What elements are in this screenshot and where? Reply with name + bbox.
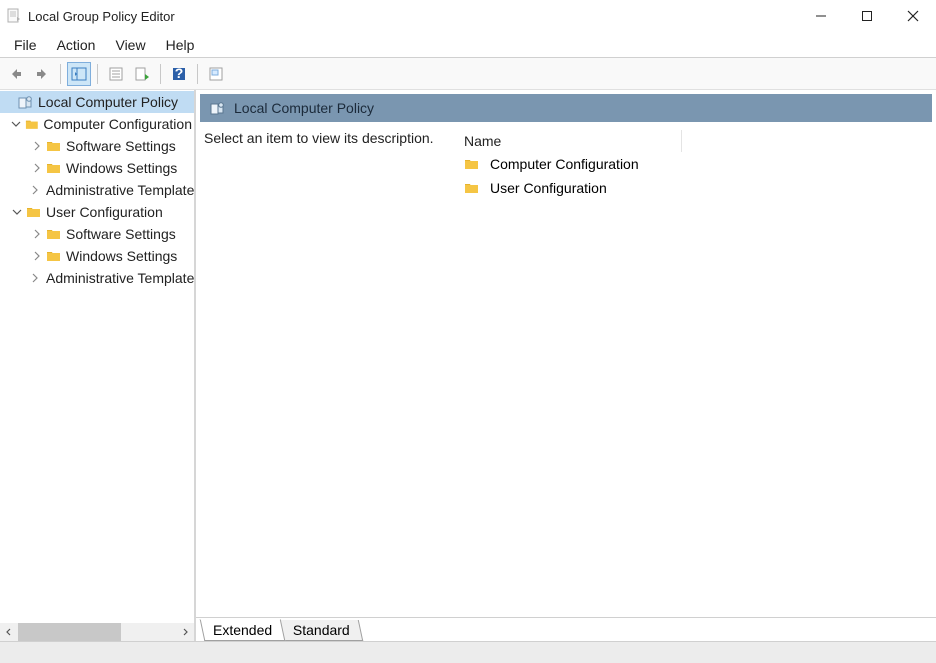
tree-pane: Local Computer Policy Computer Configura… bbox=[0, 90, 196, 641]
chevron-right-icon[interactable] bbox=[30, 161, 44, 175]
list-header: Name bbox=[462, 130, 928, 152]
help-button[interactable]: ? bbox=[167, 62, 191, 86]
forward-button[interactable] bbox=[30, 62, 54, 86]
toolbar: ? bbox=[0, 58, 936, 90]
menu-help[interactable]: Help bbox=[156, 34, 205, 56]
toolbar-separator bbox=[97, 64, 98, 84]
folder-icon bbox=[464, 156, 480, 172]
description-prompt: Select an item to view its description. bbox=[204, 130, 462, 617]
maximize-button[interactable] bbox=[844, 0, 890, 32]
tree-root[interactable]: Local Computer Policy bbox=[0, 91, 194, 113]
scroll-thumb[interactable] bbox=[18, 623, 121, 641]
tree-node-user-config[interactable]: User Configuration bbox=[0, 201, 194, 223]
expander-icon[interactable] bbox=[2, 95, 16, 109]
scroll-right-icon[interactable] bbox=[176, 623, 194, 641]
tree-label: Administrative Templates bbox=[46, 182, 194, 198]
svg-text:?: ? bbox=[175, 66, 184, 81]
tree-content: Local Computer Policy Computer Configura… bbox=[0, 90, 194, 623]
folder-icon bbox=[464, 180, 480, 196]
scroll-left-icon[interactable] bbox=[0, 623, 18, 641]
filter-button[interactable] bbox=[204, 62, 228, 86]
folder-icon bbox=[46, 226, 62, 242]
main-split: Local Computer Policy Computer Configura… bbox=[0, 90, 936, 641]
chevron-down-icon[interactable] bbox=[10, 205, 24, 219]
chevron-down-icon[interactable] bbox=[10, 117, 23, 131]
tree-node-uc-software[interactable]: Software Settings bbox=[0, 223, 194, 245]
chevron-right-icon[interactable] bbox=[30, 227, 44, 241]
column-name[interactable]: Name bbox=[462, 130, 682, 152]
toolbar-separator bbox=[197, 64, 198, 84]
tree-node-cc-software[interactable]: Software Settings bbox=[0, 135, 194, 157]
list-item-label: Computer Configuration bbox=[490, 156, 639, 172]
tree-node-uc-windows[interactable]: Windows Settings bbox=[0, 245, 194, 267]
tree-label: Computer Configuration bbox=[43, 116, 192, 132]
folder-icon bbox=[25, 116, 40, 132]
app-icon bbox=[6, 8, 22, 24]
content-pane: Local Computer Policy Select an item to … bbox=[196, 90, 936, 641]
policy-icon bbox=[210, 100, 226, 116]
properties-button[interactable] bbox=[104, 62, 128, 86]
tree-node-cc-admin[interactable]: Administrative Templates bbox=[0, 179, 194, 201]
tree-label: Administrative Templates bbox=[46, 270, 194, 286]
chevron-right-icon[interactable] bbox=[30, 139, 44, 153]
back-button[interactable] bbox=[4, 62, 28, 86]
content-title: Local Computer Policy bbox=[234, 100, 374, 116]
menubar: File Action View Help bbox=[0, 32, 936, 58]
policy-icon bbox=[18, 94, 34, 110]
list-item[interactable]: User Configuration bbox=[462, 176, 928, 200]
folder-icon bbox=[46, 160, 62, 176]
chevron-right-icon[interactable] bbox=[30, 183, 40, 197]
scroll-track[interactable] bbox=[18, 623, 176, 641]
tree-node-computer-config[interactable]: Computer Configuration bbox=[0, 113, 194, 135]
show-hide-tree-button[interactable] bbox=[67, 62, 91, 86]
tabstrip: Extended Standard bbox=[196, 617, 936, 641]
folder-icon bbox=[26, 204, 42, 220]
tab-extended[interactable]: Extended bbox=[200, 619, 286, 641]
window-controls bbox=[798, 0, 936, 32]
folder-icon bbox=[46, 138, 62, 154]
menu-action[interactable]: Action bbox=[47, 34, 106, 56]
titlebar: Local Group Policy Editor bbox=[0, 0, 936, 32]
content-header: Local Computer Policy bbox=[200, 94, 932, 122]
horizontal-scrollbar[interactable] bbox=[0, 623, 194, 641]
folder-icon bbox=[46, 248, 62, 264]
tree-label: Software Settings bbox=[66, 226, 176, 242]
tree-node-cc-windows[interactable]: Windows Settings bbox=[0, 157, 194, 179]
tree-node-uc-admin[interactable]: Administrative Templates bbox=[0, 267, 194, 289]
tree-label: Software Settings bbox=[66, 138, 176, 154]
tree-label: Local Computer Policy bbox=[38, 94, 178, 110]
items-list: Name Computer Configuration User Configu… bbox=[462, 130, 928, 617]
tab-standard[interactable]: Standard bbox=[280, 620, 363, 641]
chevron-right-icon[interactable] bbox=[30, 249, 44, 263]
tree-label: Windows Settings bbox=[66, 160, 177, 176]
toolbar-separator bbox=[60, 64, 61, 84]
minimize-button[interactable] bbox=[798, 0, 844, 32]
list-item[interactable]: Computer Configuration bbox=[462, 152, 928, 176]
menu-view[interactable]: View bbox=[105, 34, 155, 56]
close-button[interactable] bbox=[890, 0, 936, 32]
list-item-label: User Configuration bbox=[490, 180, 607, 196]
chevron-right-icon[interactable] bbox=[30, 271, 40, 285]
export-list-button[interactable] bbox=[130, 62, 154, 86]
window-title: Local Group Policy Editor bbox=[28, 9, 175, 24]
content-body: Select an item to view its description. … bbox=[196, 122, 936, 617]
statusbar bbox=[0, 641, 936, 663]
toolbar-separator bbox=[160, 64, 161, 84]
menu-file[interactable]: File bbox=[4, 34, 47, 56]
tree-label: Windows Settings bbox=[66, 248, 177, 264]
tree-label: User Configuration bbox=[46, 204, 163, 220]
